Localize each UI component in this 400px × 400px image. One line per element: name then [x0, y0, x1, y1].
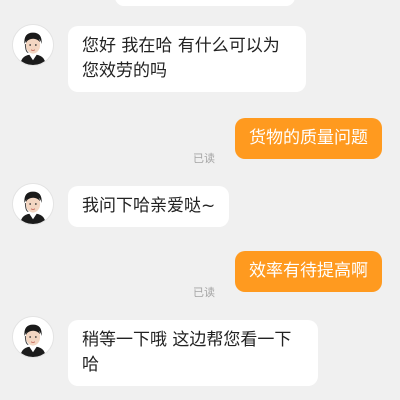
- message-text: 稍等一下哦 这边帮您看一下哈: [82, 330, 292, 375]
- agent-avatar-icon[interactable]: [12, 316, 54, 358]
- incoming-message-bubble[interactable]: 您好 我在哈 有什么可以为您效劳的吗: [68, 26, 306, 92]
- outgoing-message-bubble[interactable]: 效率有待提高啊: [235, 251, 382, 292]
- chat-window: 您好 我在哈 有什么可以为您效劳的吗 货物的质量问题 已读 我问下哈亲爱哒~ 效…: [0, 0, 400, 400]
- agent-avatar-icon[interactable]: [12, 183, 54, 225]
- message-text: 我问下哈亲爱哒~: [82, 196, 216, 216]
- message-text: 效率有待提高啊: [249, 261, 368, 281]
- incoming-message-bubble[interactable]: 我问下哈亲爱哒~: [68, 186, 230, 227]
- previous-message-bubble: [115, 0, 295, 6]
- message-text: 货物的质量问题: [249, 128, 368, 148]
- read-status: 已读: [193, 152, 215, 165]
- outgoing-message-bubble[interactable]: 货物的质量问题: [235, 118, 382, 159]
- incoming-message-bubble[interactable]: 稍等一下哦 这边帮您看一下哈: [68, 320, 318, 386]
- read-status: 已读: [193, 286, 215, 299]
- agent-avatar-icon[interactable]: [12, 24, 54, 66]
- message-text: 您好 我在哈 有什么可以为您效劳的吗: [82, 36, 280, 81]
